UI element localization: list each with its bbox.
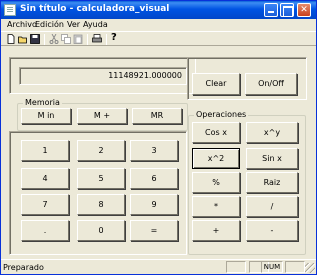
app-icon[interactable] — [4, 4, 16, 16]
operaciones-label: Operaciones — [194, 110, 249, 119]
menu-ayuda[interactable]: Ayuda — [83, 20, 108, 29]
new-file-icon[interactable] — [6, 34, 16, 44]
toolbar: ? — [1, 31, 316, 46]
key-2[interactable]: 2 — [77, 140, 125, 161]
app-window: Sin título - calculadora_visual ✕ Archiv… — [0, 0, 317, 275]
paste-icon[interactable] — [73, 34, 83, 44]
op-cos[interactable]: Cos x — [192, 122, 240, 143]
memory-in-button[interactable]: M in — [21, 108, 71, 124]
toolbar-separator — [44, 34, 45, 45]
clear-button[interactable]: Clear — [192, 73, 240, 95]
menu-ver[interactable]: Ver — [67, 20, 80, 29]
result-display: 11148921.000000 — [19, 67, 187, 85]
menu-archivo[interactable]: Archivo — [7, 20, 37, 29]
close-button[interactable]: ✕ — [297, 3, 311, 17]
resize-grip[interactable] — [305, 263, 315, 273]
key-8[interactable]: 8 — [77, 194, 125, 215]
memoria-label: Memoria — [23, 98, 62, 107]
status-text: Preparado — [3, 263, 44, 272]
status-cell-empty — [285, 261, 305, 273]
calculator-body: 11148921.000000 Clear On/Off Memoria M i… — [5, 51, 312, 257]
title-bar[interactable]: Sin título - calculadora_visual ✕ — [1, 1, 316, 19]
open-folder-icon[interactable] — [18, 34, 28, 44]
key-decimal[interactable]: . — [21, 220, 69, 241]
toolbar-separator — [106, 34, 107, 45]
copy-icon[interactable] — [61, 34, 71, 44]
op-add[interactable]: + — [192, 220, 240, 241]
minimize-button[interactable] — [264, 3, 278, 17]
key-0[interactable]: 0 — [77, 220, 125, 241]
window-title: Sin título - calculadora_visual — [20, 4, 170, 14]
op-sqrt[interactable]: Raiz — [246, 172, 298, 193]
status-bar: Preparado NUM — [1, 259, 316, 274]
key-4[interactable]: 4 — [21, 168, 69, 189]
num-lock-indicator: NUM — [261, 261, 283, 273]
key-equals[interactable]: = — [130, 220, 178, 241]
op-percent[interactable]: % — [192, 172, 240, 193]
menu-bar: Archivo Edición Ver Ayuda — [1, 19, 316, 31]
key-6[interactable]: 6 — [130, 168, 178, 189]
key-5[interactable]: 5 — [77, 168, 125, 189]
toolbar-separator — [87, 34, 88, 45]
op-square[interactable]: x^2 — [192, 148, 240, 169]
op-sin[interactable]: Sin x — [246, 148, 298, 169]
key-9[interactable]: 9 — [130, 194, 178, 215]
op-divide[interactable]: / — [246, 196, 298, 217]
cut-icon[interactable] — [49, 34, 59, 44]
op-power[interactable]: x^y — [246, 122, 298, 143]
key-7[interactable]: 7 — [21, 194, 69, 215]
op-subtract[interactable]: - — [246, 220, 298, 241]
print-icon[interactable] — [92, 34, 102, 44]
help-icon[interactable]: ? — [111, 32, 121, 43]
menu-edicion[interactable]: Edición — [35, 20, 64, 29]
maximize-button[interactable] — [280, 3, 294, 17]
status-cell-empty — [226, 261, 246, 273]
key-1[interactable]: 1 — [21, 140, 69, 161]
op-multiply[interactable]: * — [192, 196, 240, 217]
key-3[interactable]: 3 — [130, 140, 178, 161]
save-icon[interactable] — [30, 34, 40, 44]
memory-plus-button[interactable]: M + — [77, 108, 127, 124]
onoff-button[interactable]: On/Off — [245, 73, 297, 95]
memory-recall-button[interactable]: MR — [132, 108, 182, 124]
